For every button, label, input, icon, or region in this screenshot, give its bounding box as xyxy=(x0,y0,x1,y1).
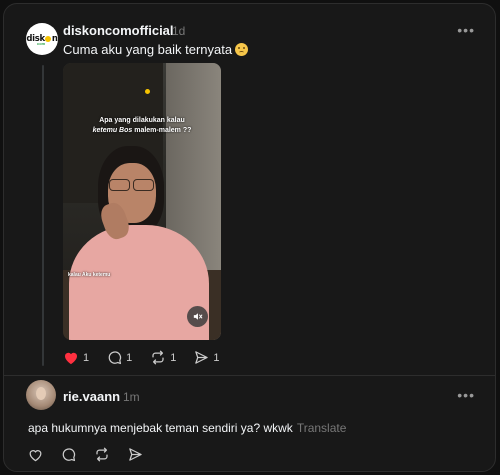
comment-count: 1 xyxy=(126,351,133,364)
comment-button[interactable]: 1 xyxy=(107,350,132,365)
reply-avatar-face xyxy=(36,387,46,400)
translate-link[interactable]: Translate xyxy=(297,421,347,435)
video-overlay-title: Apa yang dilakukan kalau ketemu Bos male… xyxy=(92,117,192,134)
post-caption: Cuma aku yang baik ternyata xyxy=(63,42,249,57)
repost-icon xyxy=(150,350,166,365)
post-time[interactable]: 1d xyxy=(172,24,185,38)
comment-icon xyxy=(61,447,76,462)
repost-count: 1 xyxy=(170,351,177,364)
reply-text: apa hukumnya menjebak teman sendiri ya? … xyxy=(28,421,347,435)
share-button[interactable]: 1 xyxy=(194,350,220,365)
post-video[interactable]: Apa yang dilakukan kalau ketemu Bos male… xyxy=(63,63,221,340)
reply-more-button[interactable]: ••• xyxy=(457,387,475,403)
thread-card: disk n com diskoncomofficial 1d ••• Cuma … xyxy=(3,3,496,472)
post-avatar[interactable]: disk n com xyxy=(26,23,58,55)
heart-filled-icon xyxy=(63,350,79,365)
post-actions: 1 1 1 1 xyxy=(63,350,238,365)
video-person-glasses xyxy=(107,179,157,191)
repost-button[interactable]: 1 xyxy=(150,350,176,365)
like-button[interactable]: 1 xyxy=(63,350,89,365)
reply-comment-button[interactable] xyxy=(61,447,76,462)
reply-repost-button[interactable] xyxy=(94,447,110,462)
smiling-emoji-icon xyxy=(235,43,249,56)
video-overlay-subtitle: kalau Aku ketemu xyxy=(68,272,111,278)
reply-avatar[interactable] xyxy=(26,380,56,410)
reply-actions xyxy=(28,447,161,462)
mute-button[interactable] xyxy=(187,306,208,327)
diskon-logo-sub: com xyxy=(37,41,46,46)
send-icon xyxy=(128,447,143,462)
video-person-body xyxy=(69,225,209,340)
divider xyxy=(4,375,495,376)
repost-icon xyxy=(94,447,110,462)
like-count: 1 xyxy=(83,351,90,364)
heart-icon xyxy=(28,448,43,462)
send-icon xyxy=(194,350,209,365)
reply-like-button[interactable] xyxy=(28,448,43,462)
comment-icon xyxy=(107,350,122,365)
post-username[interactable]: diskoncomofficial xyxy=(63,23,174,38)
video-logo-dot xyxy=(145,89,150,94)
reply-username[interactable]: rie.vaann xyxy=(63,389,120,404)
post-more-button[interactable]: ••• xyxy=(457,22,475,38)
reply-time[interactable]: 1m xyxy=(123,390,140,404)
reply-share-button[interactable] xyxy=(128,447,143,462)
share-count: 1 xyxy=(213,351,220,364)
speaker-muted-icon xyxy=(192,311,203,322)
thread-line xyxy=(42,65,44,366)
